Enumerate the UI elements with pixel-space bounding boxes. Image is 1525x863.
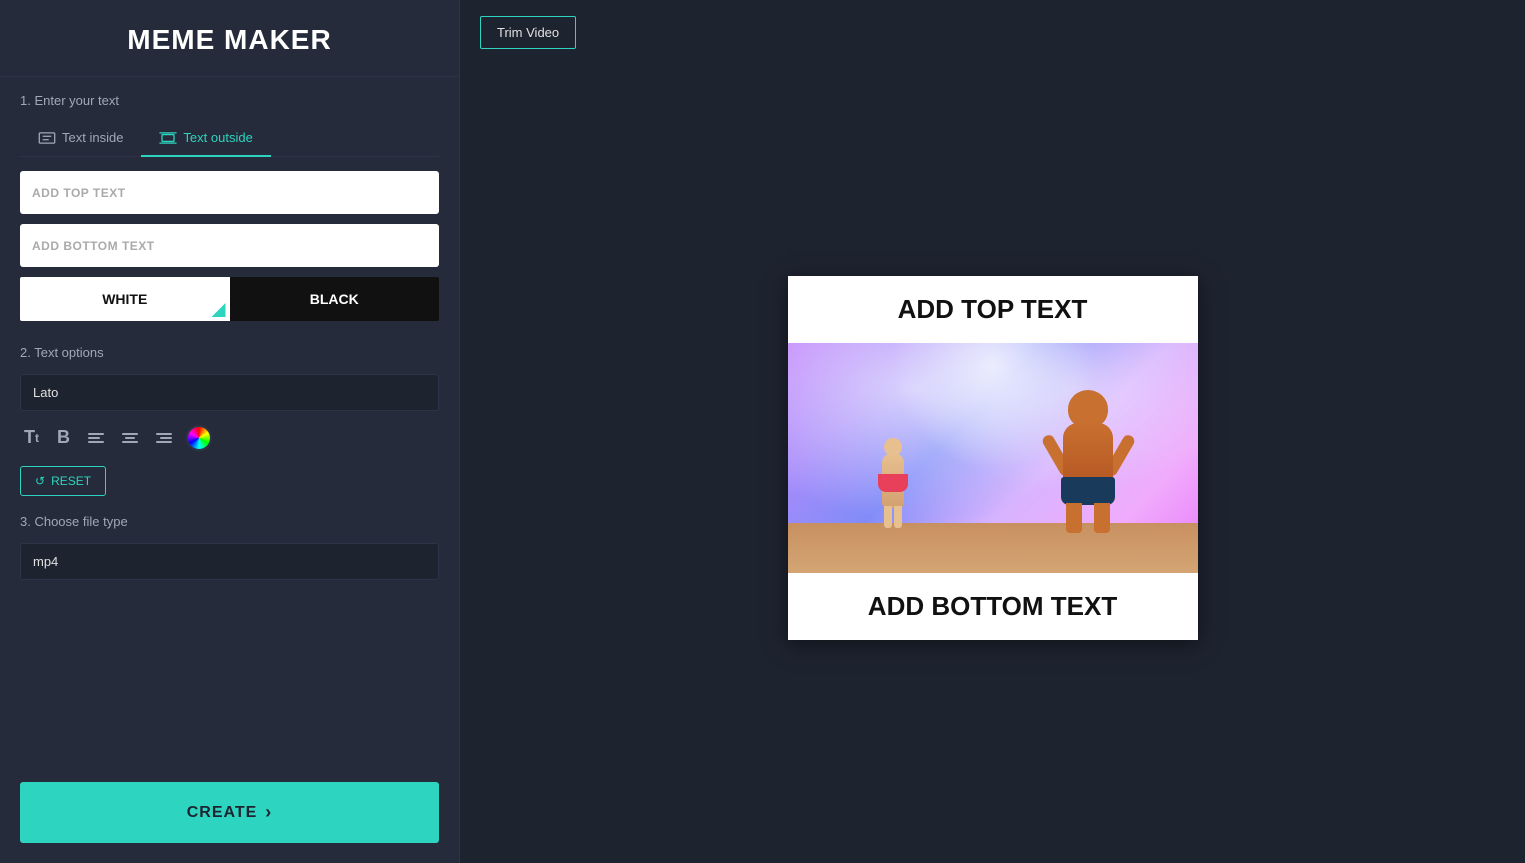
bold-button[interactable]: B [53, 423, 74, 452]
text-outside-icon [159, 132, 177, 144]
create-label: CREATE [187, 804, 258, 822]
color-button-group: WHITE BLACK [20, 277, 439, 321]
trim-video-button[interactable]: Trim Video [480, 16, 576, 49]
reset-icon: ↺ [35, 474, 45, 488]
section-1-label: 1. Enter your text [20, 93, 439, 108]
text-format-toolbar: Tt B [20, 423, 439, 452]
meme-top-text: ADD TOP TEXT [788, 276, 1198, 343]
char-left-leg-2 [894, 506, 902, 528]
top-text-input[interactable] [20, 171, 439, 214]
align-right-button[interactable] [152, 429, 176, 447]
character-left [868, 418, 918, 528]
tab-text-outside[interactable]: Text outside [141, 122, 270, 157]
font-size-button[interactable]: Tt [20, 423, 43, 452]
stage-floor [788, 523, 1198, 573]
char-right-leg-2 [1094, 503, 1110, 533]
character-right [1048, 383, 1128, 533]
section-3-label: 3. Choose file type [20, 514, 439, 529]
tab-text-inside-label: Text inside [62, 130, 123, 145]
text-mode-tabs: Text inside Text outside [20, 122, 439, 157]
reset-button[interactable]: ↺ RESET [20, 466, 106, 496]
left-panel: MEME MAKER 1. Enter your text Text insid… [0, 0, 460, 863]
reset-label: RESET [51, 474, 91, 488]
preview-area: ADD TOP TEXT [480, 69, 1505, 847]
char-left-skirt [878, 474, 908, 492]
align-center-button[interactable] [118, 429, 142, 447]
meme-image [788, 343, 1198, 573]
section-2-label: 2. Text options [20, 345, 439, 360]
file-type-section: 3. Choose file type mp4 gif webm jpg png [20, 514, 439, 596]
color-picker-button[interactable] [186, 425, 212, 451]
black-button[interactable]: BLACK [230, 277, 440, 321]
meme-bottom-text: ADD BOTTOM TEXT [788, 573, 1198, 640]
text-inside-icon [38, 132, 56, 144]
bottom-text-input[interactable] [20, 224, 439, 267]
char-right-leg-1 [1066, 503, 1082, 533]
char-left-leg-1 [884, 506, 892, 528]
title-divider [0, 76, 459, 77]
create-button[interactable]: CREATE › [20, 782, 439, 843]
tab-text-inside[interactable]: Text inside [20, 122, 141, 157]
char-right-shorts [1061, 477, 1115, 505]
meme-preview: ADD TOP TEXT [788, 276, 1198, 640]
font-select[interactable]: Lato Arial Impact Georgia [20, 374, 439, 411]
top-bar: Trim Video [480, 16, 1505, 49]
text-options-section: 2. Text options Lato Arial Impact Georgi… [20, 345, 439, 496]
chevron-right-icon: › [265, 802, 272, 823]
file-type-select[interactable]: mp4 gif webm jpg png [20, 543, 439, 580]
tab-text-outside-label: Text outside [183, 130, 252, 145]
align-left-button[interactable] [84, 429, 108, 447]
white-button[interactable]: WHITE [20, 277, 230, 321]
right-panel: Trim Video ADD TOP TEXT [460, 0, 1525, 863]
app-title: MEME MAKER [20, 0, 439, 76]
